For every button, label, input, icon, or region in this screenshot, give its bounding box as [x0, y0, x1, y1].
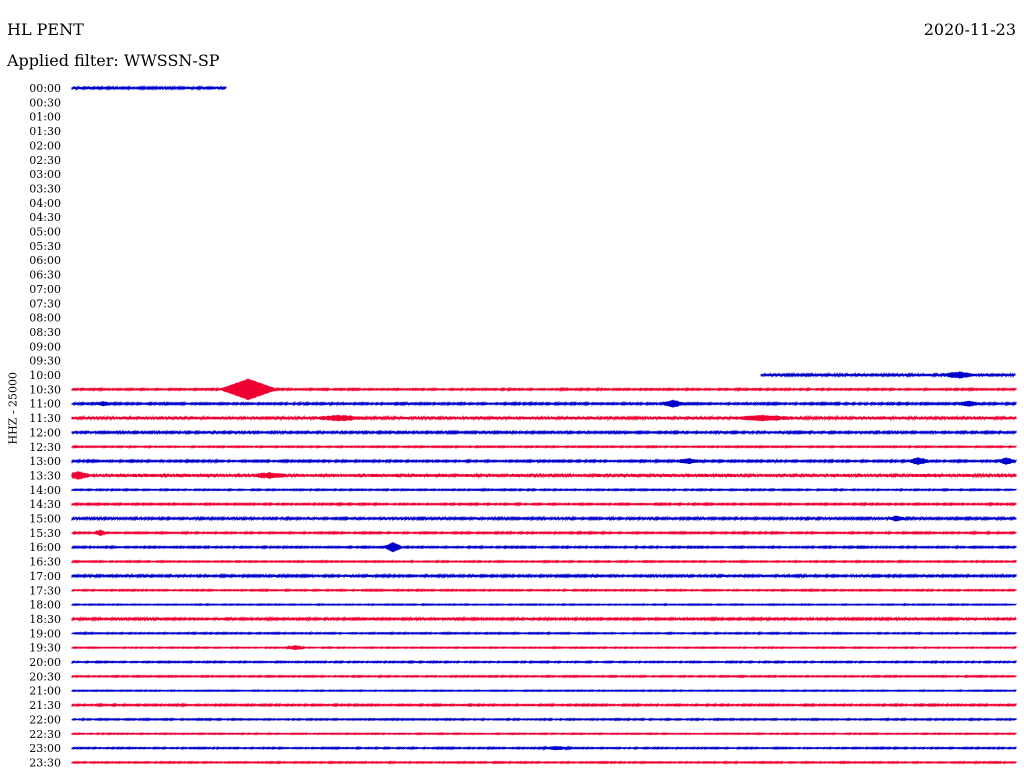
- trace-1930: [71, 644, 1017, 651]
- row-label: 07:00: [29, 283, 61, 296]
- trace-2130: [71, 702, 1017, 708]
- row-label: 20:30: [29, 670, 61, 683]
- row-label: 10:30: [29, 383, 61, 396]
- trace-1800: [71, 602, 1017, 607]
- trace-2330: [71, 760, 1017, 765]
- trace-1630: [71, 559, 1017, 564]
- trace-2100: [71, 688, 1017, 693]
- row-label: 22:00: [29, 713, 61, 726]
- trace-1100: [71, 399, 1017, 408]
- row-label: 15:00: [29, 513, 61, 526]
- row-label: 16:30: [29, 556, 61, 569]
- row-label: 17:00: [29, 570, 61, 583]
- row-label: 23:30: [29, 756, 61, 769]
- trace-1730: [71, 588, 1017, 593]
- row-label: 05:00: [29, 226, 61, 239]
- row-label: 11:00: [29, 398, 61, 411]
- row-label: 16:00: [29, 541, 61, 554]
- row-label: 10:00: [29, 369, 61, 382]
- row-label: 09:30: [29, 355, 61, 368]
- row-label: 19:00: [29, 627, 61, 640]
- row-label: 20:00: [29, 656, 61, 669]
- trace-1030: [71, 378, 1017, 401]
- trace-2230: [71, 731, 1017, 736]
- row-label: 12:30: [29, 441, 61, 454]
- row-label: 02:00: [29, 139, 61, 152]
- trace-1230: [71, 444, 1017, 449]
- trace-1000: [760, 371, 1016, 379]
- row-label: 11:30: [29, 412, 61, 425]
- row-label: 07:30: [29, 297, 61, 310]
- trace-lines: [71, 84, 1017, 765]
- row-label: 08:00: [29, 312, 61, 325]
- trace-1700: [71, 572, 1017, 579]
- trace-1830: [71, 615, 1017, 623]
- row-label: 05:30: [29, 240, 61, 253]
- row-label: 01:00: [29, 111, 61, 124]
- row-label: 06:00: [29, 254, 61, 267]
- row-label: 21:00: [29, 685, 61, 698]
- row-label: 13:00: [29, 455, 61, 468]
- row-label: 18:30: [29, 613, 61, 626]
- row-label: 08:30: [29, 326, 61, 339]
- trace-1200: [71, 429, 1017, 436]
- row-labels: 00:0000:30 01:0001:3002:00 02:3003:0003:30…: [29, 82, 61, 769]
- trace-1330: [71, 471, 1017, 480]
- row-label: 04:30: [29, 211, 61, 224]
- trace-1300: [71, 457, 1017, 465]
- trace-1900: [71, 631, 1017, 636]
- row-label: 19:30: [29, 642, 61, 655]
- row-label: 17:30: [29, 584, 61, 597]
- helicorder-plot: 00:0000:30 01:0001:3002:00 02:3003:0003:30…: [29, 82, 1017, 769]
- trace-1500: [71, 515, 1017, 522]
- row-label: 00:00: [29, 82, 61, 95]
- trace-1130: [71, 414, 1017, 422]
- row-label: 12:00: [29, 426, 61, 439]
- row-label: 06:30: [29, 269, 61, 282]
- trace-2030: [71, 674, 1017, 679]
- row-label: 09:00: [29, 340, 61, 353]
- row-label: 03:00: [29, 168, 61, 181]
- row-label: 22:30: [29, 728, 61, 741]
- trace-0000: [71, 84, 227, 92]
- row-label: 18:00: [29, 599, 61, 612]
- row-label: 02:30: [29, 154, 61, 167]
- row-label: 23:00: [29, 742, 61, 755]
- trace-1530: [71, 529, 1017, 537]
- trace-1600: [71, 542, 1017, 553]
- trace-1400: [71, 487, 1017, 493]
- row-label: 14:00: [29, 484, 61, 497]
- trace-2300: [71, 745, 1017, 752]
- row-label: 03:30: [29, 182, 61, 195]
- row-label: 21:30: [29, 699, 61, 712]
- row-label: 00:30: [29, 96, 61, 109]
- trace-2000: [71, 659, 1017, 665]
- trace-2200: [71, 717, 1017, 722]
- row-label: 15:30: [29, 527, 61, 540]
- row-label: 14:30: [29, 498, 61, 511]
- row-label: 01:30: [29, 125, 61, 138]
- row-label: 13:30: [29, 469, 61, 482]
- row-label: 04:00: [29, 197, 61, 210]
- trace-1430: [71, 501, 1017, 507]
